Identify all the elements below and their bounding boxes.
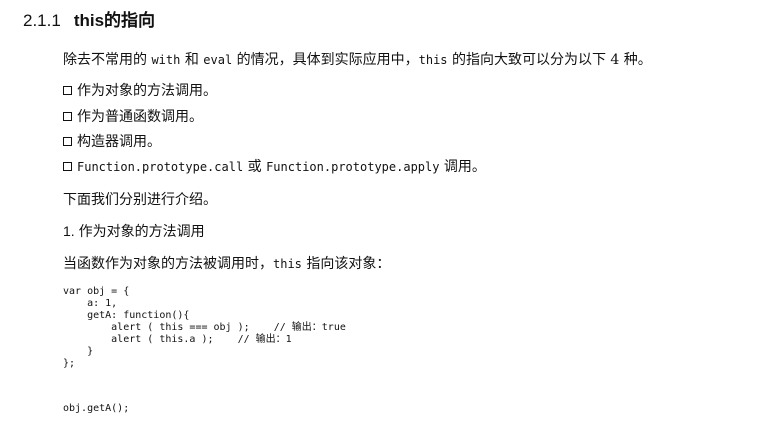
list-item: Function.prototype.call 或 Function.proto…: [63, 156, 486, 176]
list-item-text: 作为对象的方法调用。: [77, 83, 217, 99]
list-item: 作为对象的方法调用。: [63, 80, 217, 100]
list-item-text: 作为普通函数调用。: [77, 109, 203, 125]
lead-paragraph: 下面我们分别进行介绍。: [63, 192, 217, 208]
explain-paragraph: 当函数作为对象的方法被调用时，this 指向该对象：: [63, 253, 390, 273]
code-block: var obj = { a: 1, getA: function(){ aler…: [63, 286, 346, 370]
intro-text-1: 除去不常用的: [63, 52, 147, 68]
code-line: alert ( this.a ); // 输出：1: [63, 334, 292, 345]
code-line: var obj = {: [63, 286, 130, 297]
code-this: this: [418, 53, 448, 67]
code-apply: Function.prototype.apply: [266, 160, 440, 174]
intro-text-2: 和: [184, 52, 199, 68]
checkbox-bullet-icon: [63, 137, 72, 146]
intro-text-4: 的指向大致可以分为以下 4 种。: [451, 52, 652, 68]
code-line: alert ( this === obj ); // 输出：true: [63, 322, 346, 333]
code-line: a: 1,: [63, 298, 118, 309]
code-line: getA: function(){: [63, 310, 190, 321]
intro-paragraph: 除去不常用的 with 和 eval 的情况，具体到实际应用中，this 的指向…: [63, 49, 652, 69]
list-item: 作为普通函数调用。: [63, 106, 203, 126]
subheading: 1. 作为对象的方法调用: [63, 223, 205, 239]
code-this: this: [273, 257, 302, 271]
intro-text-3: 的情况，具体到实际应用中，: [236, 52, 419, 68]
explain-text-1: 当函数作为对象的方法被调用时，: [63, 256, 273, 272]
list-item-text: 或: [247, 159, 262, 175]
list-item-text: 构造器调用。: [77, 134, 161, 150]
code-line: };: [63, 358, 76, 369]
explain-text-2: 指向该对象：: [306, 256, 391, 272]
code-call-line: obj.getA();: [63, 403, 130, 414]
code-call: Function.prototype.call: [77, 160, 244, 174]
section-number: 2.1.1: [23, 11, 61, 30]
checkbox-bullet-icon: [63, 86, 72, 95]
code-line: }: [63, 346, 94, 357]
checkbox-bullet-icon: [63, 162, 72, 171]
section-title: this的指向: [73, 11, 156, 30]
code-eval: eval: [203, 53, 233, 67]
checkbox-bullet-icon: [63, 112, 72, 121]
list-item: 构造器调用。: [63, 131, 161, 151]
list-item-text: 调用。: [443, 159, 486, 175]
code-with: with: [151, 53, 181, 67]
section-heading: 2.1.1 this的指向: [23, 6, 155, 31]
